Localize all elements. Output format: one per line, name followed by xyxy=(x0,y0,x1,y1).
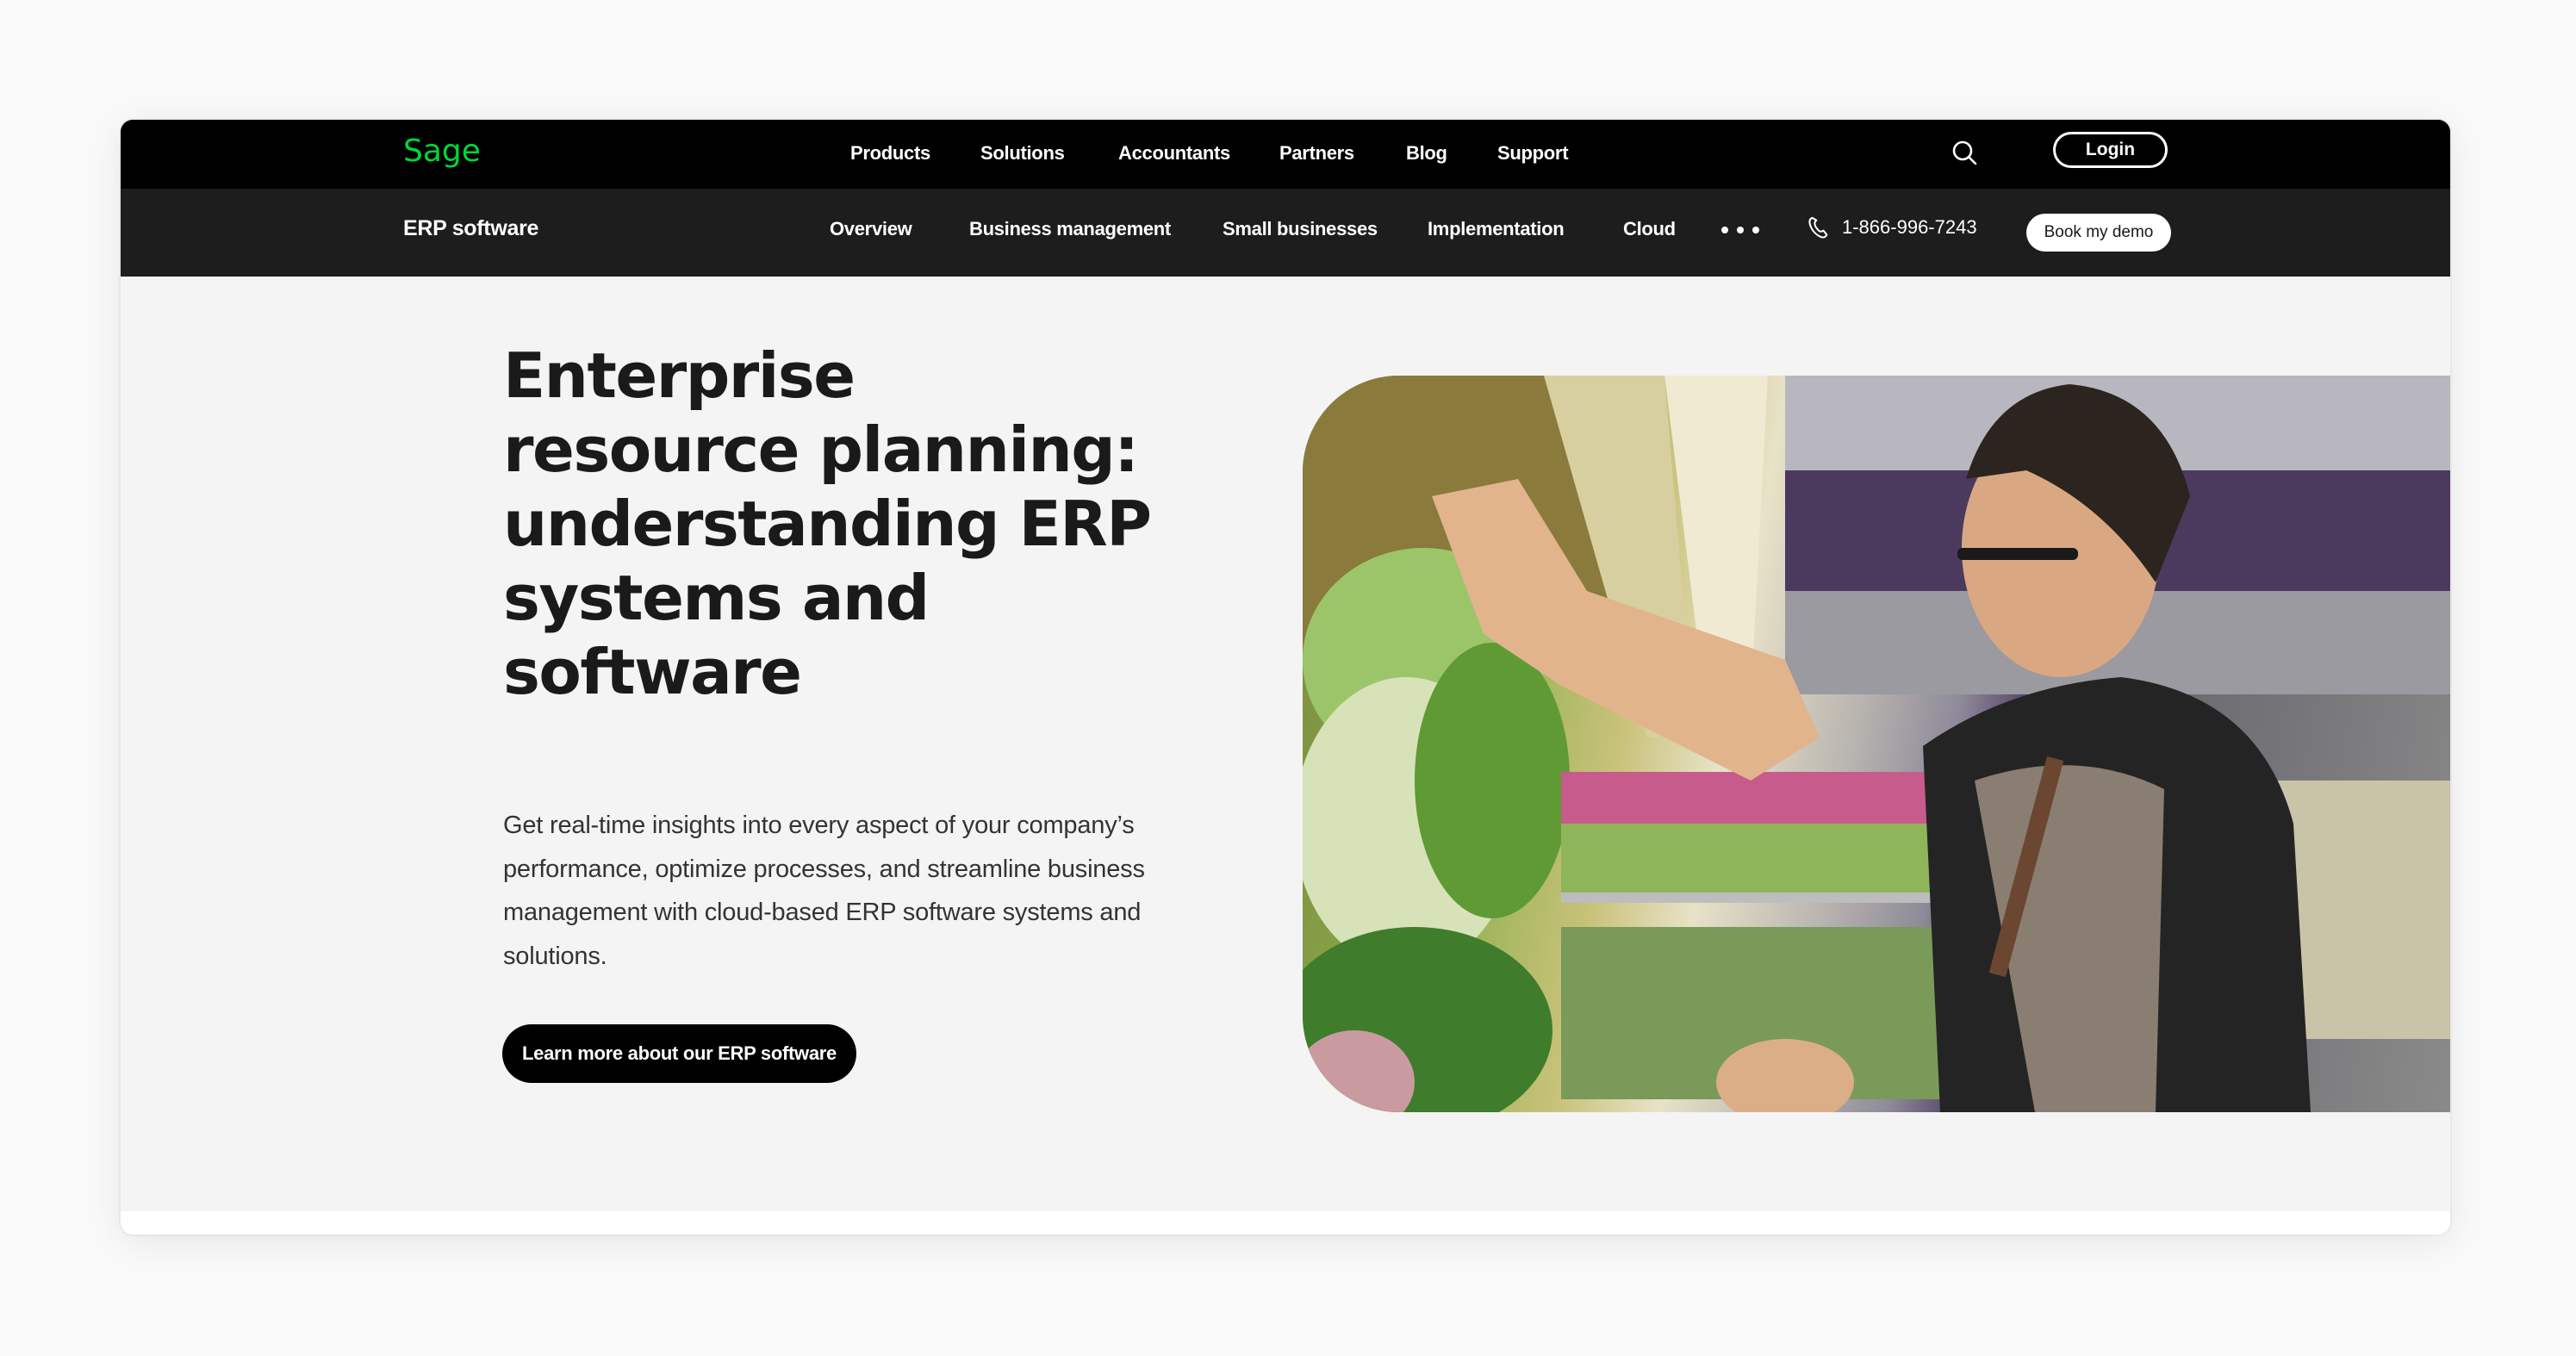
top-nav-accountants[interactable]: Accountants xyxy=(1118,142,1230,165)
sub-nav-overview[interactable]: Overview xyxy=(830,218,912,240)
book-demo-button[interactable]: Book my demo xyxy=(2026,214,2171,252)
sub-nav-business-management[interactable]: Business management xyxy=(969,218,1171,240)
search-icon xyxy=(1952,140,1977,165)
search-button[interactable] xyxy=(1951,139,1980,168)
login-button[interactable]: Login xyxy=(2053,132,2168,168)
more-horizontal-icon-dot xyxy=(1752,227,1759,233)
top-nav-products[interactable]: Products xyxy=(850,142,930,165)
top-navigation-bar: Sage Products Solutions Accountants Part… xyxy=(121,120,2450,189)
logo-text: Sage xyxy=(403,134,481,169)
phone-link[interactable]: 1-866-996-7243 xyxy=(1808,215,1977,240)
top-nav-support[interactable]: Support xyxy=(1497,142,1569,165)
sub-nav-cloud[interactable]: Cloud xyxy=(1623,218,1676,240)
hero-title: Enterprise resource planning: understand… xyxy=(503,339,1152,708)
phone-icon xyxy=(1808,216,1828,239)
sage-logo[interactable]: Sage xyxy=(403,130,481,173)
section-navigation-bar: ERP software Overview Business managemen… xyxy=(121,189,2450,277)
top-nav-solutions[interactable]: Solutions xyxy=(980,142,1065,165)
learn-more-button[interactable]: Learn more about our ERP software xyxy=(502,1024,856,1083)
more-horizontal-icon-dot xyxy=(1737,227,1744,233)
phone-number[interactable]: 1-866-996-7243 xyxy=(1842,216,1977,239)
hero-section: Enterprise resource planning: understand… xyxy=(121,277,2450,1211)
hero-description: Get real-time insights into every aspect… xyxy=(503,812,1145,970)
browser-page-card: Sage Products Solutions Accountants Part… xyxy=(121,120,2450,1235)
sub-nav-small-businesses[interactable]: Small businesses xyxy=(1223,218,1378,240)
more-horizontal-icon-dot xyxy=(1721,227,1728,233)
sub-nav-implementation[interactable]: Implementation xyxy=(1428,218,1565,240)
hero-photo-illustration xyxy=(1303,376,2450,1112)
section-title[interactable]: ERP software xyxy=(403,216,538,241)
top-nav-partners[interactable]: Partners xyxy=(1279,142,1354,165)
hero-image xyxy=(1303,376,2450,1112)
top-nav-blog[interactable]: Blog xyxy=(1406,142,1447,165)
more-menu-button[interactable] xyxy=(1721,221,1759,239)
